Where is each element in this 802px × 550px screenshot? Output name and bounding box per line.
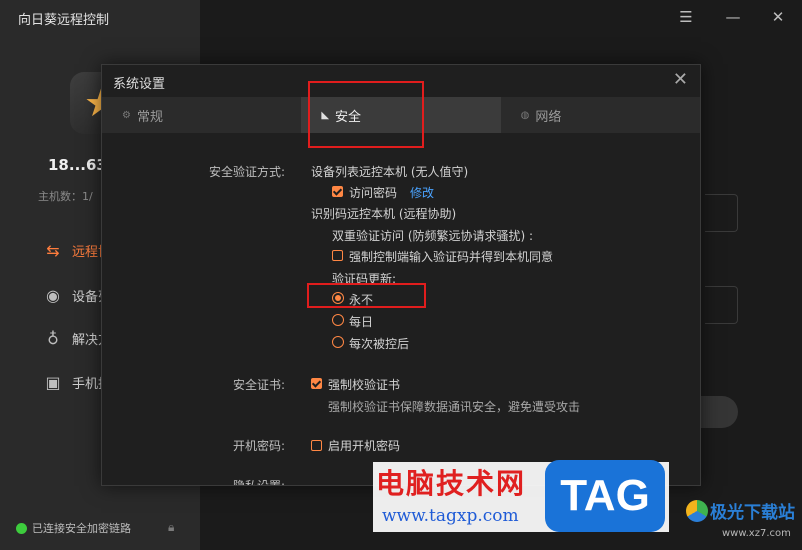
background-button[interactable] [700,396,738,428]
status-text: 已连接安全加密链路 [32,522,131,535]
watermark-site-name: 电脑技术网 [376,467,527,500]
watermark-site-url: www.tagxp.com [382,506,519,526]
tab-network[interactable]: ◍ 网络 [501,97,700,133]
access-password-label: 访问密码 [349,186,398,200]
globe-icon: ◍ [520,109,530,121]
highlight-never-option [307,283,426,308]
security-cert-label: 安全证书: [232,378,285,392]
background-input[interactable] [705,194,738,232]
menu-icon[interactable]: ☰ [675,6,697,28]
code-update-option-label: 每次被控后 [349,337,410,351]
boot-password-label: 开机密码: [232,439,285,453]
highlight-security-tab [308,81,424,148]
device-icon: ◉ [46,285,60,305]
force-cert-desc: 强制校验证书保障数据通讯安全，避免遭受攻击 [328,400,581,414]
dialog-title: 系统设置 [113,77,166,92]
watermark-xz-name: 极光下载站 [710,503,795,523]
force-cert-checkbox[interactable] [311,378,322,389]
force-cert-label: 强制校验证书 [328,378,401,392]
app-title: 向日葵远程控制 [18,13,110,28]
double-verify-label: 双重验证访问 (防频繁远协请求骚扰) : [332,229,534,243]
force-verify-label: 强制控制端输入验证码并得到本机同意 [349,250,554,264]
tab-general[interactable]: ⚙ 常规 [102,97,301,133]
code-update-each-control-radio[interactable] [332,336,344,348]
id-code-header: 识别码远控本机 (远程协助) [311,207,457,221]
device-id: 18...63 [48,156,107,174]
gear-icon: ⚙ [122,109,131,121]
boot-password-checkbox[interactable] [311,440,322,451]
lock-icon[interactable]: 🔒︎ [168,520,174,535]
connection-status: 已连接安全加密链路 [16,520,131,536]
access-password-checkbox[interactable] [332,186,343,197]
code-update-daily-radio[interactable] [332,314,344,326]
minimize-icon[interactable]: — [722,6,744,28]
force-verify-checkbox[interactable] [332,250,343,261]
status-dot-icon [16,522,27,534]
host-count: 主机数：1/ [38,190,93,203]
tab-label: 网络 [535,109,562,125]
security-auth-label: 安全验证方式: [208,165,285,179]
xz7-logo-icon [686,500,708,522]
boot-password-enable-label: 启用开机密码 [328,439,401,453]
watermark-tag-logo: TAG [545,460,665,532]
remote-arrows-icon: ⇆ [46,240,60,260]
watermark-xz-url: www.xz7.com [722,528,791,539]
background-input[interactable] [705,286,738,324]
dialog-close-icon[interactable]: ✕ [673,69,688,90]
device-list-header: 设备列表远控本机 (无人值守) [311,165,469,179]
app-titlebar: 向日葵远程控制 ☰ — ✕ [0,0,802,34]
cast-icon: ▣ [45,372,61,392]
privacy-label: 隐私设置: [102,477,285,485]
modify-password-link[interactable]: 修改 [410,184,434,201]
code-update-option-label: 每日 [349,315,374,329]
satellite-icon: ♁ [47,328,59,348]
tab-label: 常规 [136,109,163,125]
security-settings-content: 安全验证方式: 设备列表远控本机 (无人值守) 访问密码 修改 识别码远控本机 … [102,133,700,485]
close-icon[interactable]: ✕ [767,6,789,28]
